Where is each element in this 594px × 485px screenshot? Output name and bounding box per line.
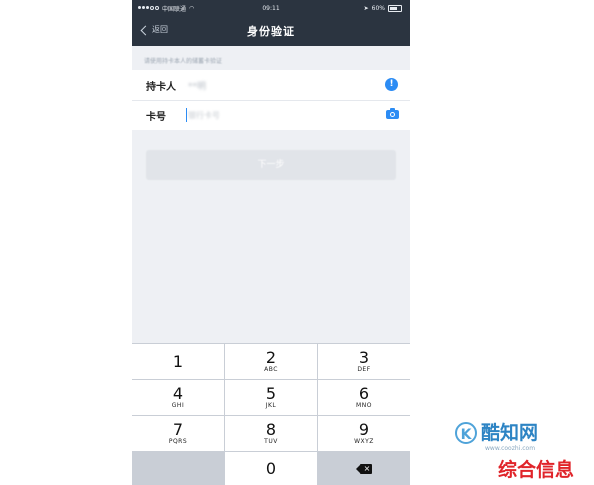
key-9[interactable]: 9 WXYZ bbox=[318, 416, 410, 451]
watermark-logo: K 酷知网 bbox=[455, 422, 538, 444]
key-number: 9 bbox=[358, 420, 370, 439]
key-letters: GHI bbox=[171, 402, 185, 409]
key-letters: WXYZ bbox=[354, 438, 374, 445]
card-form: 持卡人 **明 ! 卡号 银行卡号 bbox=[132, 70, 410, 130]
key-number: 5 bbox=[265, 384, 277, 403]
battery-icon bbox=[388, 4, 402, 12]
holder-row: 持卡人 **明 ! bbox=[132, 70, 410, 101]
key-4[interactable]: 4 GHI bbox=[132, 380, 224, 415]
status-bar: 中国联通 ◠ 09:11 ➤ 60% bbox=[132, 0, 410, 16]
key-number: 3 bbox=[358, 348, 370, 367]
key-number: 6 bbox=[358, 384, 370, 403]
key-number: 2 bbox=[265, 348, 277, 367]
delete-key[interactable]: × bbox=[318, 452, 410, 485]
holder-label: 持卡人 bbox=[146, 81, 176, 93]
key-letters: MNO bbox=[356, 402, 372, 409]
key-3[interactable]: 3 DEF bbox=[318, 344, 410, 379]
status-right: ➤ 60% bbox=[363, 4, 402, 12]
phone-screen: 中国联通 ◠ 09:11 ➤ 60% 返回 身份验证 请使用持卡本人的储蓄卡验证… bbox=[132, 0, 410, 485]
key-number: 7 bbox=[172, 420, 184, 439]
card-number-row: 卡号 银行卡号 bbox=[132, 100, 410, 130]
card-number-label: 卡号 bbox=[146, 111, 166, 123]
battery-percent: 60% bbox=[371, 4, 385, 12]
key-1[interactable]: 1 bbox=[132, 344, 224, 379]
key-blank bbox=[132, 452, 224, 485]
camera-icon[interactable] bbox=[386, 108, 399, 119]
key-number: 4 bbox=[172, 384, 184, 403]
card-number-input[interactable]: 银行卡号 bbox=[188, 110, 220, 121]
watermark-url: www.coozhi.com bbox=[485, 445, 536, 452]
holder-value: **明 bbox=[188, 81, 207, 92]
info-icon[interactable]: ! bbox=[385, 78, 398, 91]
key-number: 8 bbox=[265, 420, 277, 439]
key-letters: PQRS bbox=[168, 438, 188, 445]
key-number: 0 bbox=[265, 459, 277, 478]
key-letters: DEF bbox=[357, 366, 371, 373]
verification-hint: 请使用持卡本人的储蓄卡验证 bbox=[144, 58, 223, 65]
key-8[interactable]: 8 TUV bbox=[225, 416, 317, 451]
location-icon: ➤ bbox=[363, 4, 369, 12]
numeric-keypad: 1 2 ABC 3 DEF 4 GHI 5 JKL 6 MNO 7 PQRS 8 TUV 9W… bbox=[132, 343, 410, 485]
backspace-icon: × bbox=[356, 463, 372, 474]
key-letters: JKL bbox=[265, 402, 277, 409]
key-6[interactable]: 6 MNO bbox=[318, 380, 410, 415]
watermark-subtitle: 综合信息 bbox=[498, 459, 575, 481]
key-5[interactable]: 5 JKL bbox=[225, 380, 317, 415]
text-cursor bbox=[186, 108, 187, 122]
next-button[interactable]: 下一步 bbox=[146, 150, 396, 180]
page-title: 身份验证 bbox=[247, 25, 295, 38]
key-2[interactable]: 2 ABC bbox=[225, 344, 317, 379]
key-7[interactable]: 7 PQRS bbox=[132, 416, 224, 451]
key-letters: ABC bbox=[264, 366, 278, 373]
key-0[interactable]: 0 bbox=[225, 452, 317, 485]
key-letters: TUV bbox=[264, 438, 278, 445]
k-logo-icon: K bbox=[455, 422, 477, 444]
navigation-bar: 返回 身份验证 bbox=[132, 16, 410, 46]
key-number: 1 bbox=[172, 352, 184, 371]
watermark-text: 酷知网 bbox=[481, 422, 539, 444]
